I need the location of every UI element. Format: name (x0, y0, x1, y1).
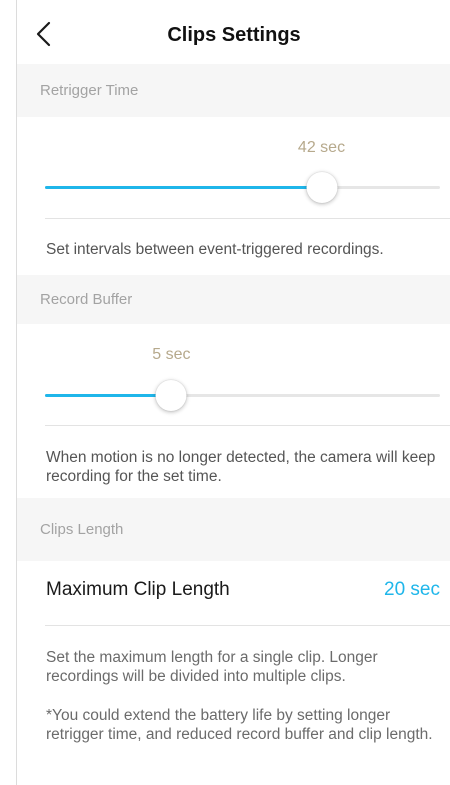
clips-description: Set the maximum length for a single clip… (46, 649, 378, 685)
buffer-slider-block: 5 sec (17, 324, 450, 428)
retrigger-slider[interactable] (45, 172, 440, 203)
section-header-retrigger-time: Retrigger Time (17, 64, 450, 117)
buffer-slider-thumb[interactable] (155, 380, 187, 411)
section-header-clips-length: Clips Length (17, 498, 450, 561)
buffer-value-label: 5 sec (152, 346, 191, 363)
divider (45, 625, 450, 626)
buffer-slider[interactable] (45, 380, 440, 411)
buffer-description: When motion is no longer detected, the c… (46, 449, 436, 485)
retrigger-slider-block: 42 sec (17, 117, 450, 221)
retrigger-description: Set intervals between event-triggered re… (46, 241, 384, 258)
divider (45, 425, 450, 426)
page-title: Clips Settings (167, 24, 301, 46)
maximum-clip-length-label: Maximum Clip Length (46, 579, 230, 600)
section-header-record-buffer: Record Buffer (17, 275, 450, 324)
retrigger-value-label: 42 sec (297, 139, 346, 156)
retrigger-slider-thumb[interactable] (306, 172, 337, 203)
buffer-slider-fill (45, 394, 172, 397)
battery-note: *You could extend the battery life by se… (46, 707, 433, 743)
clips-settings-screen: Clips Settings Retrigger Time 42 sec Set… (16, 0, 450, 785)
retrigger-slider-fill (45, 186, 322, 189)
maximum-clip-length-row[interactable]: Maximum Clip Length 20 sec (17, 561, 450, 625)
header: Clips Settings (17, 0, 450, 64)
chevron-left-icon (36, 21, 51, 47)
divider (45, 218, 450, 219)
back-button[interactable] (31, 20, 59, 48)
maximum-clip-length-value[interactable]: 20 sec (384, 579, 440, 601)
